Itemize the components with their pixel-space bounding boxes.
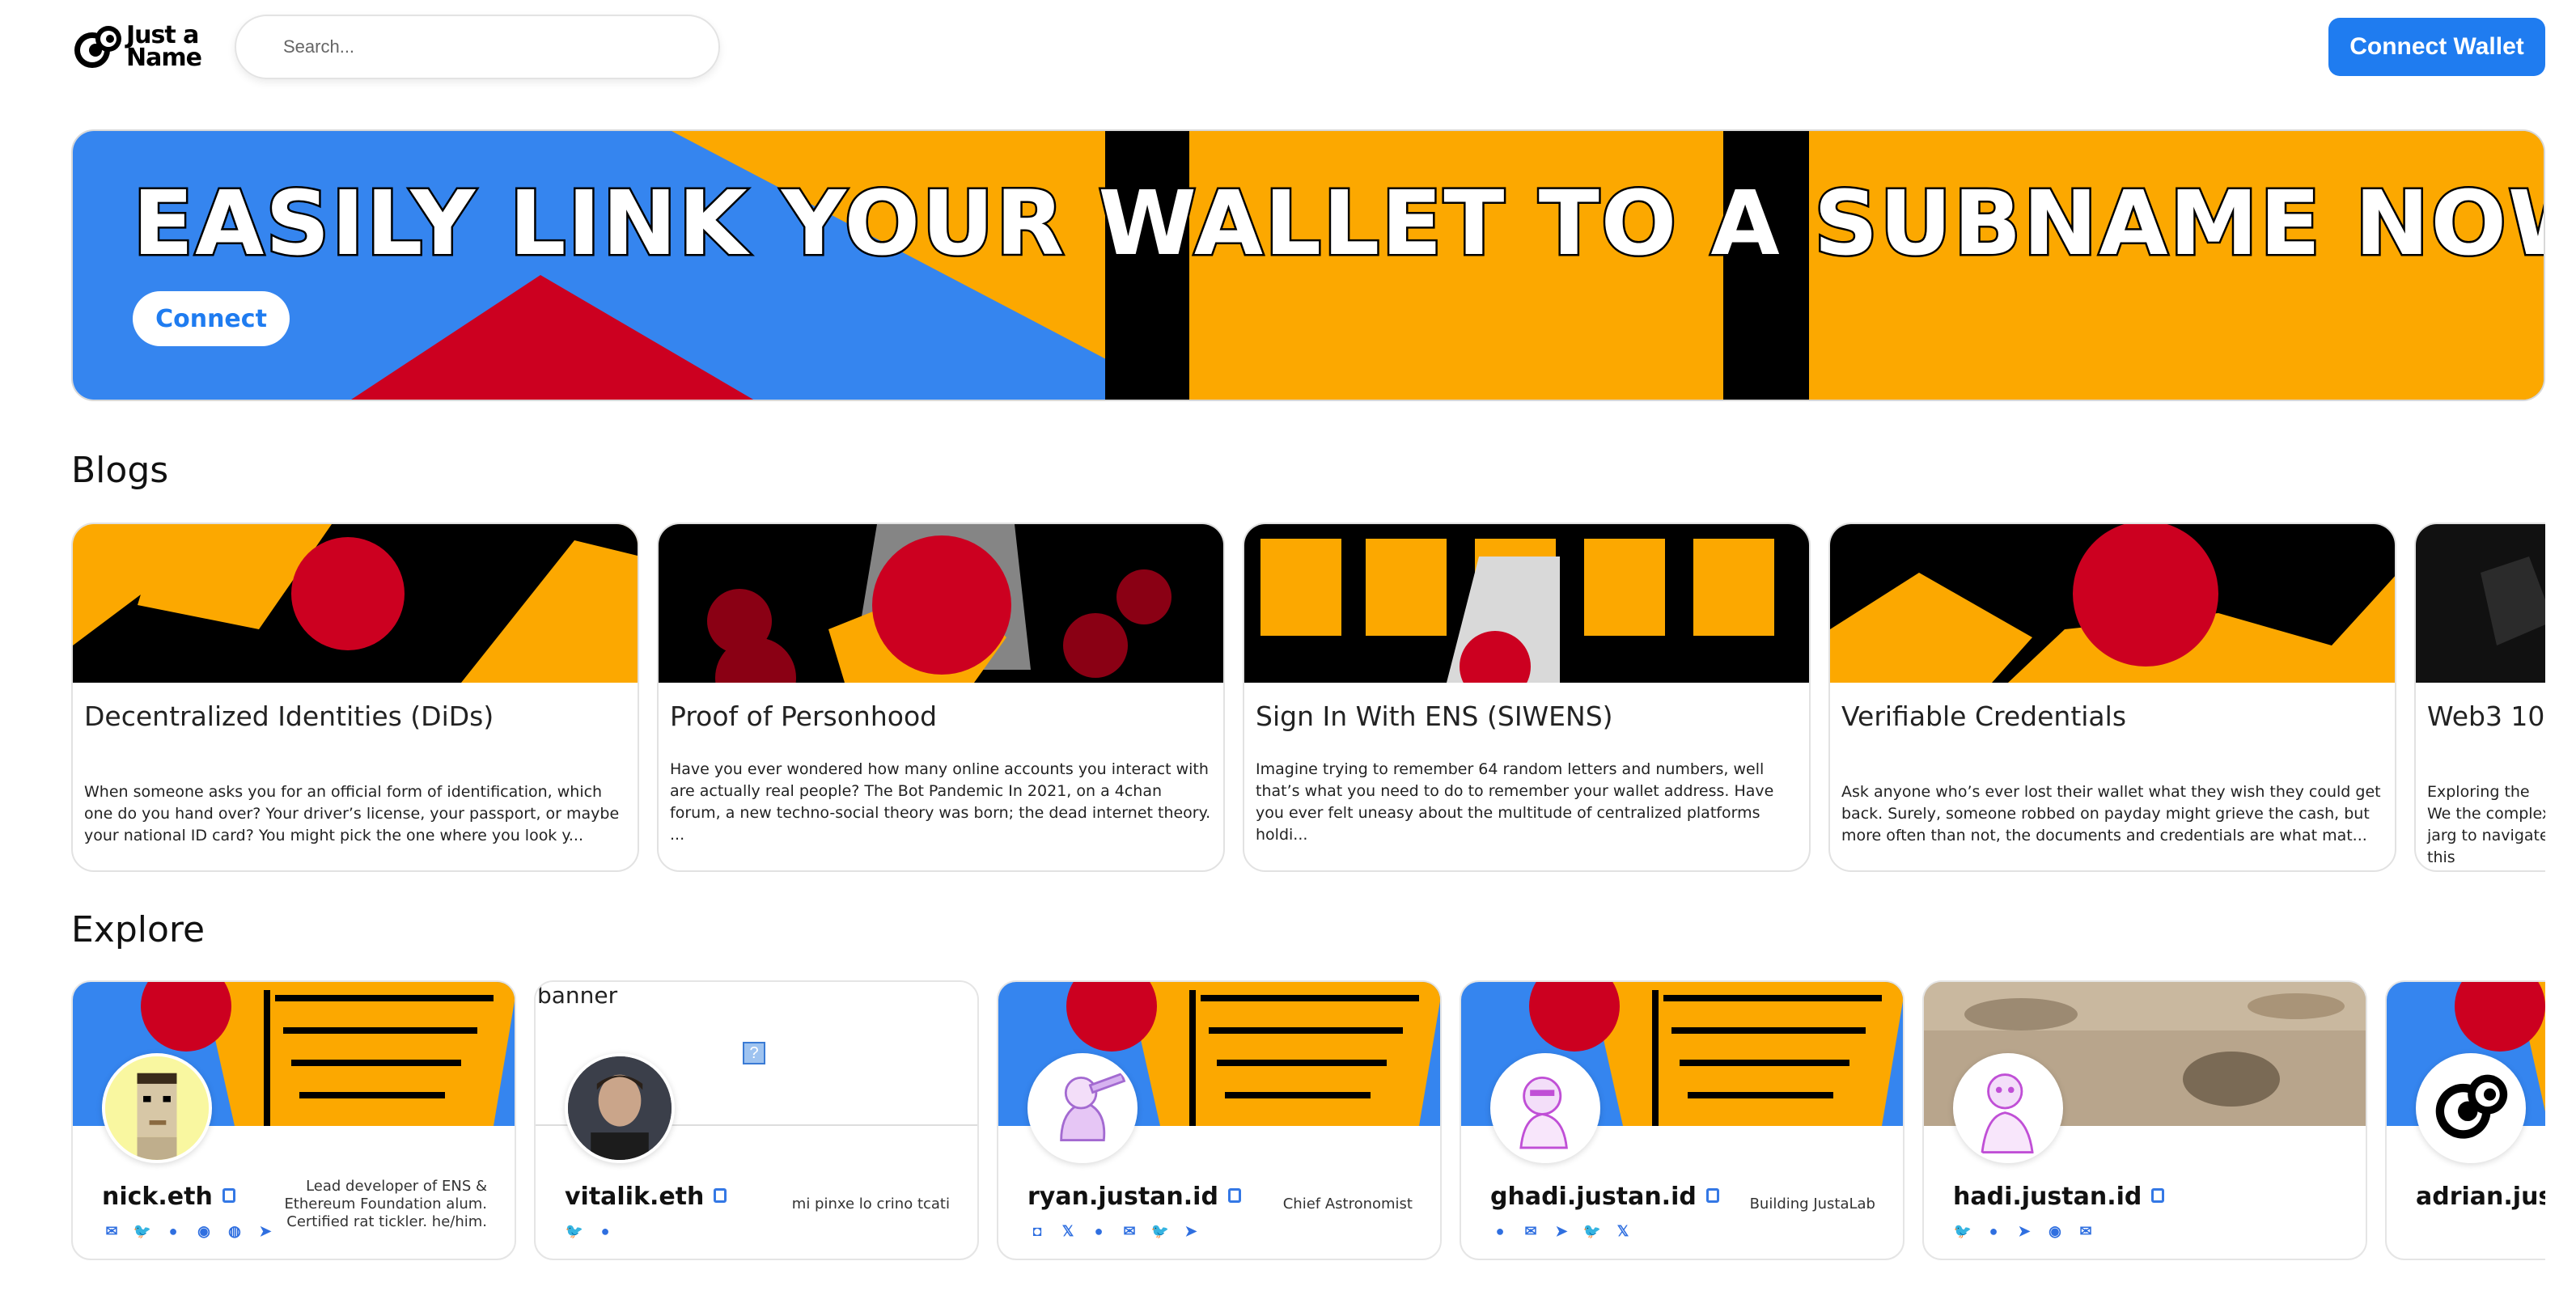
profile-card[interactable]: nick.eth Lead developer of ENS & Ethereu… (71, 980, 516, 1260)
connect-wallet-button[interactable]: Connect Wallet (2328, 18, 2545, 76)
photo-avatar-icon (568, 1056, 672, 1160)
profile-bio: mi pinxe lo crino tcati (791, 1196, 950, 1212)
profile-bio: Building JustaLab (1749, 1196, 1875, 1212)
twitter-icon[interactable]: 🐦 (1953, 1221, 1972, 1241)
blog-title[interactable]: Decentralized Identities (DiDs) (84, 700, 494, 732)
hero-title: EASILY LINK YOUR WALLET TO A SUBNAME NOW (130, 170, 2545, 277)
social-links: ✉ 🐦 ● ◉ ◍ ➤ (102, 1221, 275, 1241)
copy-icon[interactable] (714, 1188, 727, 1203)
justaname-logo[interactable]: Just a Name (71, 18, 217, 76)
profile-card[interactable]: banner ? vitalik.eth mi pinxe lo crino t… (534, 980, 979, 1260)
blog-card[interactable]: Sign In With ENS (SIWENS) Imagine trying… (1243, 523, 1811, 872)
search-bar[interactable] (235, 15, 720, 79)
broken-image-icon: ? (743, 1042, 765, 1064)
blog-card[interactable]: Verifiable Credentials Ask anyone who’s … (1828, 523, 2396, 872)
blog-excerpt: Have you ever wondered how many online a… (670, 760, 1211, 844)
profile-card[interactable]: adrian.justa (2385, 980, 2545, 1260)
github-icon[interactable]: ● (1089, 1221, 1108, 1241)
profile-bio: Chief Astronomist (1282, 1196, 1413, 1212)
blog-card[interactable]: Decentralized Identities (DiDs) When som… (71, 523, 639, 872)
blog-card[interactable]: Proof of Personhood Have you ever wonder… (657, 523, 1225, 872)
blog-card[interactable]: Web3 101: Exploring the We the complex j… (2414, 523, 2545, 872)
explore-heading: Explore (71, 909, 205, 950)
twitter-icon[interactable]: 🐦 (133, 1221, 152, 1241)
blog-excerpt: Imagine trying to remember 64 random let… (1256, 760, 1774, 844)
profile-name[interactable]: adrian.justa (2416, 1183, 2545, 1211)
reddit-icon[interactable]: ◍ (225, 1221, 244, 1241)
profile-name[interactable]: hadi.justan.id (1953, 1183, 2165, 1211)
email-icon[interactable]: ✉ (102, 1221, 121, 1241)
copy-icon[interactable] (222, 1188, 235, 1203)
avatar[interactable] (2416, 1053, 2526, 1163)
telegram-icon[interactable]: ➤ (256, 1221, 275, 1241)
profile-card[interactable]: hadi.justan.id 🐦 ● ➤ ◉ ✉ (1922, 980, 2367, 1260)
twitter-icon[interactable]: 🐦 (1582, 1221, 1602, 1241)
blog-excerpt: When someone asks you for an official fo… (84, 783, 620, 844)
twitter-icon[interactable]: 🐦 (1150, 1221, 1170, 1241)
twitter-icon[interactable]: 🐦 (565, 1221, 584, 1241)
banner-alt-text: banner (537, 982, 618, 1009)
character-avatar-icon (1956, 1056, 2060, 1160)
blog-title[interactable]: Web3 101: (2427, 700, 2545, 732)
blog-thumbnail (73, 524, 638, 683)
character-avatar-icon (1493, 1056, 1597, 1160)
profile-bio: Lead developer of ENS & Ethereum Foundat… (284, 1178, 487, 1230)
github-icon[interactable]: ● (163, 1221, 183, 1241)
explore-carousel[interactable]: nick.eth Lead developer of ENS & Ethereu… (71, 980, 2545, 1263)
top-header: Just a Name Connect Wallet (0, 0, 2576, 97)
instagram-icon[interactable]: ◘ (1027, 1221, 1047, 1241)
blog-title[interactable]: Verifiable Credentials (1841, 700, 2126, 732)
profile-name[interactable]: vitalik.eth (565, 1183, 727, 1211)
eyes-logo-icon (74, 26, 121, 68)
avatar[interactable] (565, 1053, 675, 1163)
blog-excerpt: Ask anyone who’s ever lost their wallet … (1841, 783, 2381, 844)
blog-thumbnail (2416, 524, 2545, 683)
avatar[interactable] (102, 1053, 212, 1163)
copy-icon[interactable] (2151, 1188, 2165, 1203)
avatar[interactable] (1953, 1053, 2063, 1163)
astronomer-avatar-icon (1031, 1056, 1134, 1160)
blog-thumbnail (659, 524, 1223, 683)
x-icon[interactable]: 𝕏 (1058, 1221, 1078, 1241)
blog-title[interactable]: Proof of Personhood (670, 700, 937, 732)
blogs-carousel[interactable]: Decentralized Identities (DiDs) When som… (71, 523, 2545, 875)
github-icon[interactable]: ● (1490, 1221, 1510, 1241)
x-icon[interactable]: 𝕏 (1613, 1221, 1633, 1241)
discord-icon[interactable]: ◉ (2045, 1221, 2065, 1241)
profile-card[interactable]: ryan.justan.id Chief Astronomist ◘ 𝕏 ● ✉… (997, 980, 1442, 1260)
logo-text: Just a Name (126, 21, 202, 72)
pixel-avatar-icon (105, 1056, 209, 1160)
avatar[interactable] (1027, 1053, 1138, 1163)
github-icon[interactable]: ● (1984, 1221, 2003, 1241)
telegram-icon[interactable]: ➤ (1181, 1221, 1201, 1241)
eyes-logo-icon (2419, 1056, 2523, 1160)
email-icon[interactable]: ✉ (2076, 1221, 2095, 1241)
social-links: 🐦 ● (565, 1221, 615, 1241)
telegram-icon[interactable]: ➤ (1552, 1221, 1571, 1241)
blog-thumbnail (1830, 524, 2395, 683)
telegram-icon[interactable]: ➤ (2015, 1221, 2034, 1241)
social-links: ◘ 𝕏 ● ✉ 🐦 ➤ (1027, 1221, 1201, 1241)
hero-connect-button[interactable]: Connect (133, 291, 290, 346)
social-links: 🐦 ● ➤ ◉ ✉ (1953, 1221, 2095, 1241)
email-icon[interactable]: ✉ (1521, 1221, 1540, 1241)
social-links: ● ✉ ➤ 🐦 𝕏 (1490, 1221, 1633, 1241)
email-icon[interactable]: ✉ (1120, 1221, 1139, 1241)
blog-title[interactable]: Sign In With ENS (SIWENS) (1256, 700, 1613, 732)
github-icon[interactable]: ● (595, 1221, 615, 1241)
search-input[interactable] (283, 36, 718, 57)
blog-excerpt: Exploring the We the complex jarg to nav… (2427, 783, 2545, 866)
profile-card[interactable]: ghadi.justan.id Building JustaLab ● ✉ ➤ … (1460, 980, 1904, 1260)
hero-banner: EASILY LINK YOUR WALLET TO A SUBNAME NOW… (71, 129, 2545, 401)
avatar[interactable] (1490, 1053, 1600, 1163)
profile-name[interactable]: nick.eth (102, 1183, 235, 1211)
discord-icon[interactable]: ◉ (194, 1221, 214, 1241)
blog-thumbnail (1244, 524, 1809, 683)
blogs-heading: Blogs (71, 450, 169, 491)
